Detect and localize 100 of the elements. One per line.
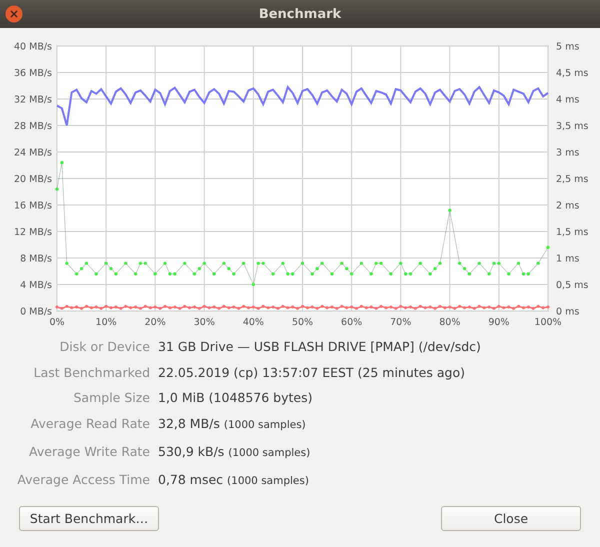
- axis-label: 12 MB/s: [14, 227, 52, 238]
- write-point: [256, 306, 260, 310]
- write-point: [75, 306, 78, 309]
- field-label: Last Benchmarked: [32, 364, 150, 382]
- write-point: [546, 306, 550, 309]
- write-point: [178, 306, 182, 310]
- start-benchmark-button[interactable]: Start Benchmark…: [19, 506, 159, 532]
- field-value: 1,0 MiB (1048576 bytes): [158, 389, 312, 408]
- axis-label: 32 MB/s: [14, 94, 52, 106]
- write-point: [208, 306, 211, 310]
- close-icon[interactable]: [5, 5, 23, 23]
- write-point: [148, 306, 152, 310]
- write-point: [502, 306, 506, 310]
- axis-label: 80%: [439, 317, 460, 328]
- write-point: [114, 306, 118, 309]
- axis-label: 100%: [534, 317, 562, 328]
- write-point: [340, 304, 344, 308]
- write-point: [482, 306, 486, 310]
- write-point: [335, 306, 338, 310]
- write-point: [56, 306, 58, 309]
- write-point: [158, 306, 162, 310]
- write-point: [458, 304, 462, 308]
- write-point: [448, 306, 452, 309]
- write-point: [286, 306, 290, 310]
- write-point: [70, 306, 74, 310]
- write-point: [399, 304, 402, 308]
- write-point: [360, 304, 363, 308]
- axis-label: 2 ms: [556, 200, 580, 212]
- axis-label: 16 MB/s: [14, 200, 52, 212]
- write-point: [281, 304, 284, 308]
- write-point: [478, 304, 481, 308]
- axis-label: 0 ms: [556, 306, 580, 318]
- field-label: Average Access Time: [16, 470, 150, 489]
- axis-label: 60%: [341, 317, 362, 328]
- write-point: [252, 306, 255, 309]
- axis-label: 40 MB/s: [14, 42, 52, 52]
- axis-label: 90%: [488, 317, 510, 328]
- write-point: [443, 306, 446, 310]
- write-point: [183, 304, 186, 308]
- write-point: [488, 306, 491, 309]
- write-point: [355, 306, 358, 310]
- write-point: [418, 304, 422, 308]
- close-button[interactable]: Close: [441, 506, 581, 532]
- write-point: [129, 306, 132, 310]
- axis-label: 40%: [242, 317, 264, 328]
- axis-label: 1,5 ms: [556, 227, 588, 238]
- axis-label: 30%: [194, 317, 215, 328]
- write-point: [542, 306, 545, 310]
- axis-label: 0,5 ms: [556, 280, 588, 291]
- write-point: [94, 306, 98, 309]
- write-point: [202, 304, 206, 308]
- write-point: [65, 304, 68, 308]
- field-value: 530,9 kB/s (1000 samples): [158, 442, 310, 461]
- field-value: 22.05.2019 (cp) 13:57:07 EEST (25 minutes ago): [158, 364, 465, 382]
- field-label: Disk or Device: [58, 338, 150, 356]
- axis-label: 0%: [49, 317, 65, 328]
- write-point: [124, 304, 128, 308]
- write-point: [306, 306, 309, 310]
- window-title: Benchmark: [258, 6, 342, 22]
- write-point: [90, 306, 93, 310]
- write-point: [291, 306, 294, 309]
- axis-label: 10%: [96, 317, 117, 328]
- write-point: [242, 304, 246, 308]
- axis-label: 3,5 ms: [556, 121, 588, 132]
- write-point: [428, 306, 432, 309]
- field-label: Average Read Rate: [30, 415, 150, 434]
- write-point: [296, 306, 300, 310]
- write-point: [350, 306, 354, 309]
- axis-label: 20 MB/s: [14, 174, 52, 185]
- write-point: [301, 304, 304, 308]
- write-point: [526, 306, 530, 309]
- write-point: [154, 306, 157, 309]
- write-point: [404, 306, 408, 310]
- axis-label: 0 MB/s: [20, 306, 52, 318]
- write-point: [247, 306, 250, 310]
- write-point: [198, 306, 201, 310]
- axis-label: 5 ms: [556, 42, 580, 52]
- write-point: [310, 306, 314, 309]
- write-point: [497, 304, 500, 308]
- write-point: [227, 306, 230, 310]
- write-point: [370, 306, 373, 309]
- field-label: Average Write Rate: [28, 442, 150, 461]
- axis-label: 4,5 ms: [556, 68, 588, 79]
- write-point: [424, 306, 427, 310]
- field-value: 31 GB Drive — USB FLASH DRIVE [PMAP] (/dev/sdc): [158, 338, 481, 356]
- write-point: [266, 306, 270, 310]
- write-point: [110, 306, 112, 310]
- write-point: [119, 306, 122, 310]
- write-point: [394, 306, 398, 310]
- write-point: [472, 306, 476, 310]
- write-point: [144, 304, 147, 308]
- axis-label: 2,5 ms: [556, 174, 588, 185]
- field-label: Sample Size: [72, 389, 150, 408]
- axis-label: 3 ms: [556, 148, 580, 158]
- axis-label: 70%: [390, 317, 412, 328]
- write-point: [232, 306, 236, 309]
- axis-label: 8 MB/s: [20, 254, 52, 264]
- axis-label: 28 MB/s: [14, 121, 52, 132]
- axis-label: 50%: [292, 317, 314, 328]
- write-point: [507, 306, 510, 309]
